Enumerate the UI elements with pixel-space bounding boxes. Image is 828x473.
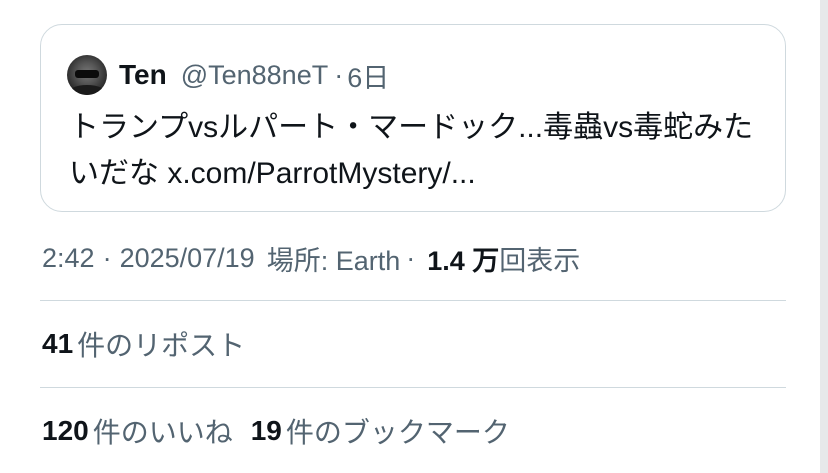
divider xyxy=(40,387,786,388)
header-separator: · xyxy=(334,59,344,90)
views-count: 1.4 万 xyxy=(427,245,500,276)
likes-label: 件のいいね xyxy=(92,417,233,448)
quoted-post-text-line-1: トランプvsルパート・マードック...毒蟲vs毒蛇みた xyxy=(69,111,754,144)
bookmarks-link[interactable]: 19 件のブックマーク xyxy=(251,411,510,451)
quoted-post-text: トランプvsルパート・マードック...毒蟲vs毒蛇みた いだな x.com/Pa… xyxy=(69,105,769,197)
post-time[interactable]: 2:42 xyxy=(42,243,95,274)
reposts-link[interactable]: 41 件のリポスト xyxy=(42,324,245,364)
likes-link[interactable]: 120 件のいいね xyxy=(42,411,233,451)
avatar-shoulders xyxy=(67,85,107,95)
bookmarks-count: 19 xyxy=(250,415,282,446)
reposts-count: 41 xyxy=(42,328,74,359)
meta-separator-1: · xyxy=(102,242,112,273)
quoted-post-text-line-2: いだな x.com/ParrotMystery/... xyxy=(69,157,476,190)
likes-count: 120 xyxy=(42,415,89,446)
quoted-author-handle[interactable]: @Ten88neT xyxy=(181,60,329,91)
meta-separator-2: · xyxy=(406,242,416,273)
quoted-post-time[interactable]: 6日 xyxy=(347,56,389,95)
tweet-detail-view: Ten @Ten88neT · 6日 トランプvsルパート・マードック...毒蟲… xyxy=(0,0,828,473)
reposts-label: 件のリポスト xyxy=(77,330,246,361)
post-date[interactable]: 2025/07/19 xyxy=(120,243,255,274)
quoted-post-header: Ten @Ten88neT · 6日 xyxy=(67,53,389,97)
quoted-author-name[interactable]: Ten xyxy=(119,59,167,91)
post-location: 場所: Earth xyxy=(266,245,401,276)
views-label: 回表示 xyxy=(499,245,581,276)
post-meta: 2:42 · 2025/07/19 場所: Earth · 1.4 万 回表示 xyxy=(42,236,580,280)
column-border xyxy=(820,0,828,473)
divider xyxy=(40,300,786,301)
bookmarks-label: 件のブックマーク xyxy=(285,417,510,448)
quoted-post-card[interactable]: Ten @Ten88neT · 6日 トランプvsルパート・マードック...毒蟲… xyxy=(40,24,786,212)
repost-stats-row: 41 件のリポスト xyxy=(42,322,245,366)
engagement-stats-row: 120 件のいいね 19 件のブックマーク xyxy=(42,409,510,453)
avatar-glasses xyxy=(75,70,99,78)
avatar[interactable] xyxy=(67,55,107,95)
